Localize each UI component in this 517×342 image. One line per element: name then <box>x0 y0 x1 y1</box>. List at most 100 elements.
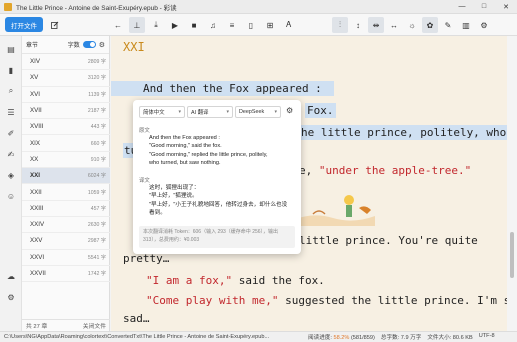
original-label: 原文 <box>139 128 150 134</box>
chapter-item[interactable]: XIV 2809 字 <box>22 54 110 71</box>
popup-settings-icon[interactable]: ⚙ <box>286 106 293 115</box>
total-words: 总字数: 7.9 万字 <box>380 335 422 341</box>
reader-scrollbar[interactable] <box>507 36 517 331</box>
filter-icon[interactable]: ⫶ <box>332 17 348 33</box>
quote-text: "Come play with me," <box>146 294 279 307</box>
chapter-item[interactable]: XXIV 2630 字 <box>22 217 110 234</box>
chapter-list: XIV 2809 字 XV 3120 字 XVI 1139 字 XVII 2187 字 … <box>22 54 110 283</box>
file-size: 文件大小: 80.6 KB <box>427 335 473 341</box>
chapter-item[interactable]: XXVII 1742 字 <box>22 266 110 283</box>
rail-settings-icon[interactable]: ⚙ <box>3 290 19 304</box>
pin-icon[interactable]: ⊥ <box>129 17 145 33</box>
token-usage-stats: 本次翻译消耗 Token：606（输入 293（缓存命中 256），输出 313… <box>139 226 295 248</box>
text-size-icon[interactable]: Ꭺ <box>281 17 297 33</box>
stop-icon[interactable]: ■ <box>186 17 202 33</box>
cloud-icon[interactable]: ☁ <box>3 269 19 283</box>
chevron-down-icon: ▾ <box>274 109 277 115</box>
file-path: C:\Users\NG\AppData\Roaming\colortext\Co… <box>4 334 270 340</box>
quote-text: "under the apple-tree." <box>318 164 472 177</box>
window-title: The Little Prince - Antoine de Saint-Exu… <box>16 4 177 12</box>
text-line: e, "under the apple-tree." <box>299 164 472 177</box>
status-bar: C:\Users\NG\AppData\Roaming\colortext\Co… <box>0 331 517 342</box>
book-icon[interactable]: ▮ <box>3 63 19 77</box>
search-icon[interactable]: ⌕ <box>3 84 19 98</box>
notes-icon[interactable]: ☰ <box>3 105 19 119</box>
toolbar: 打开文件 ← ⊥ ⤓ ▶ ■ ♫ ≡ ▯ ⊞ Ꭺ ⫶ ↕ ⇹ ↔ ☼ ✿ ✎ ▥… <box>0 14 517 36</box>
chevron-down-icon: ▾ <box>178 109 181 115</box>
app-logo-icon <box>4 2 12 11</box>
chapter-header-label: 章节 <box>26 43 39 49</box>
translation-engine-select[interactable]: AI 翻译 ▾ <box>187 106 233 118</box>
left-icon-rail: ▤ ▮ ⌕ ☰ ✐ ✍ ◈ ☺ ☁ ⚙ <box>0 36 22 331</box>
highlighted-sentence-tail[interactable]: Fox. <box>305 103 336 118</box>
close-button[interactable]: ✕ <box>495 3 517 11</box>
bookmark-icon[interactable]: ▯ <box>243 17 259 33</box>
toolbar-center-icons: ← ⊥ ⤓ ▶ ■ ♫ ≡ ▯ ⊞ Ꭺ <box>110 17 297 33</box>
status-info: 阅读进度: 58.2% (581/859) 总字数: 7.9 万字 文件大小: … <box>308 333 495 341</box>
close-file-button[interactable]: 关闭文件 <box>83 321 106 330</box>
title-bar: The Little Prince - Antoine de Saint-Exu… <box>0 0 517 14</box>
maximize-button[interactable]: □ <box>473 3 495 11</box>
chapter-item-selected[interactable]: XXI 6024 字 <box>22 168 110 185</box>
highlight-icon[interactable]: ✐ <box>3 126 19 140</box>
chapter-item[interactable]: XXV 2987 字 <box>22 233 110 250</box>
text-line: "I am a fox," said the fox. <box>146 274 325 287</box>
chapter-item[interactable]: XVII 2187 字 <box>22 103 110 120</box>
scrollbar-thumb[interactable] <box>510 232 514 278</box>
chapter-item[interactable]: XV 3120 字 <box>22 70 110 87</box>
highlighted-sentence[interactable]: And then the Fox appeared : <box>111 81 334 96</box>
original-text: And then the Fox appeared : "Good mornin… <box>149 135 268 166</box>
brush-icon[interactable]: ✎ <box>440 17 456 33</box>
sidebar-icon[interactable]: ▥ <box>458 17 474 33</box>
chapter-total: 共 27 章 <box>26 324 48 330</box>
sun-icon[interactable]: ☼ <box>404 17 420 33</box>
column-icon[interactable]: ⇹ <box>368 17 384 33</box>
translation-text: 这时，狐狸出现了： "早上好，"狐狸说。 "早上好，"小王子礼貌地回答，他转过身… <box>149 185 288 216</box>
text-line: little prince. You're quite <box>299 234 478 247</box>
bookmark-rail-icon[interactable]: ◈ <box>3 168 19 182</box>
word-spacing-icon[interactable]: ↔ <box>386 17 402 33</box>
encoding: UTF-8 <box>478 333 495 339</box>
model-select[interactable]: DeepSeek ▾ <box>235 106 281 118</box>
line-height-icon[interactable]: ↕ <box>350 17 366 33</box>
document-icon[interactable]: ▤ <box>3 42 19 56</box>
translate-icon[interactable]: ✍ <box>3 147 19 161</box>
text-line: sad… <box>123 312 150 325</box>
palette-icon[interactable]: ✿ <box>422 17 438 33</box>
chapter-item[interactable]: XIX 660 字 <box>22 135 110 152</box>
window-controls: — □ ✕ <box>451 3 517 11</box>
bookmark-add-icon[interactable]: ⊞ <box>262 17 278 33</box>
word-count-toggle[interactable] <box>82 41 96 48</box>
quote-text: "I am a fox," <box>146 274 233 287</box>
arrow-left-icon[interactable]: ← <box>110 17 126 33</box>
chapter-item[interactable]: XXIII 457 字 <box>22 201 110 217</box>
open-file-button[interactable]: 打开文件 <box>5 17 43 32</box>
fox-illustration <box>293 195 375 226</box>
list-icon[interactable]: ≡ <box>224 17 240 33</box>
chapter-panel-header: 章节 字数 ⚙ <box>22 36 109 54</box>
chapter-title: XXI <box>123 40 145 54</box>
chapter-panel: 章节 字数 ⚙ XIV 2809 字 XV 3120 字 XVI 1139 字 XVI… <box>22 36 110 331</box>
text-line: "Come play with me," suggested the littl… <box>146 294 507 307</box>
play-icon[interactable]: ▶ <box>167 17 183 33</box>
translation-label: 译文 <box>139 178 150 184</box>
word-count-label: 字数 <box>67 43 80 49</box>
chapter-panel-footer: 共 27 章 关闭文件 <box>22 319 110 331</box>
settings-icon[interactable]: ⚙ <box>476 17 492 33</box>
reading-progress: 阅读进度: 58.2% (581/859) <box>308 335 375 341</box>
translation-popup: 简体中文 ▾ AI 翻译 ▾ DeepSeek ▾ ⚙ 原文 And then the… <box>133 100 301 254</box>
chapter-settings-icon[interactable]: ⚙ <box>99 41 105 49</box>
highlighted-sentence-tail[interactable]: he little prince, politely, who <box>299 125 507 140</box>
sticker-icon[interactable]: ☺ <box>3 189 19 203</box>
target-language-select[interactable]: 简体中文 ▾ <box>139 106 185 118</box>
chevron-down-icon: ▾ <box>226 109 229 115</box>
chapter-item[interactable]: XX 910 字 <box>22 152 110 169</box>
chapter-item[interactable]: XXII 1059 字 <box>22 184 110 201</box>
download-icon[interactable]: ⤓ <box>148 17 164 33</box>
edit-icon[interactable] <box>47 17 63 33</box>
minimize-button[interactable]: — <box>451 3 473 11</box>
headphones-icon[interactable]: ♫ <box>205 17 221 33</box>
chapter-item[interactable]: XXVI 5541 字 <box>22 250 110 266</box>
chapter-item[interactable]: XVIII 443 字 <box>22 119 110 136</box>
chapter-item[interactable]: XVI 1139 字 <box>22 87 110 103</box>
